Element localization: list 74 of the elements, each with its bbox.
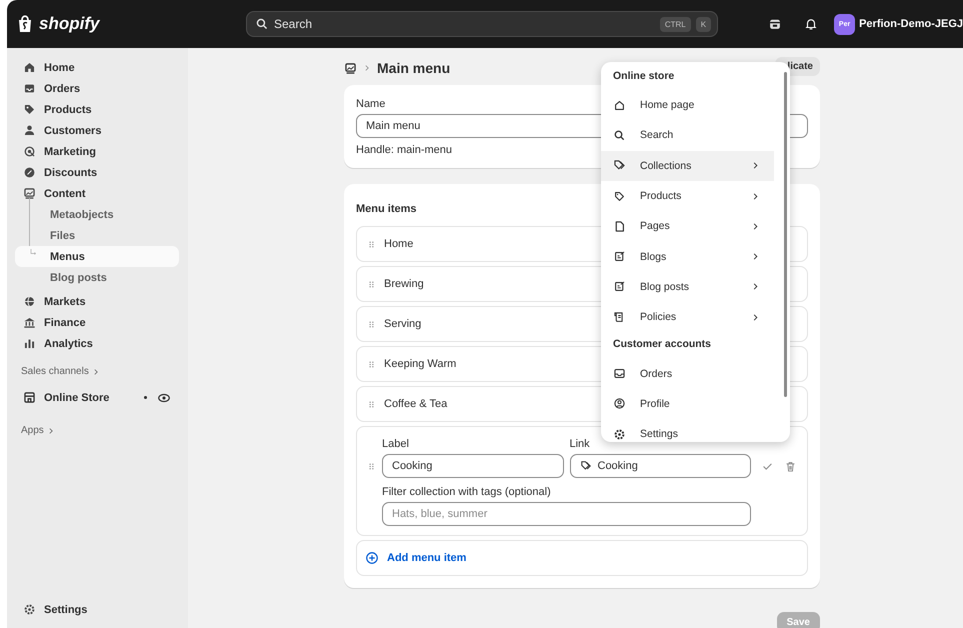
plus-circle-icon bbox=[365, 551, 379, 565]
page-title: Main menu bbox=[377, 60, 450, 76]
discount-badge-icon bbox=[23, 166, 36, 179]
card-title: Menu items bbox=[356, 203, 418, 215]
drag-handle-icon bbox=[367, 400, 376, 408]
drag-handle-icon bbox=[367, 360, 376, 368]
target-icon bbox=[23, 145, 36, 158]
field-label: Name bbox=[356, 98, 386, 110]
nav-item[interactable]: Content bbox=[15, 183, 179, 204]
field-label: Link bbox=[570, 438, 590, 450]
link-option[interactable]: Collections bbox=[601, 150, 774, 181]
person-icon bbox=[23, 124, 36, 137]
section-heading[interactable]: Apps bbox=[21, 425, 44, 436]
store-logo[interactable]: shopify bbox=[39, 14, 100, 34]
nav-item[interactable]: Customers bbox=[15, 120, 179, 141]
nav-subitem[interactable]: Metaobjects bbox=[15, 204, 179, 225]
profile-icon bbox=[613, 397, 626, 410]
chevron-right-icon bbox=[92, 368, 100, 376]
section-heading[interactable]: Sales channels bbox=[21, 366, 89, 377]
nav-item[interactable]: Settings bbox=[15, 599, 179, 620]
house-icon bbox=[613, 98, 626, 112]
globe-icon bbox=[23, 295, 36, 308]
bank-icon bbox=[23, 316, 36, 329]
shortcut-key: CTRL bbox=[660, 16, 691, 32]
nav-subitem[interactable]: Files bbox=[15, 225, 179, 246]
link-option[interactable]: Profile bbox=[601, 388, 774, 419]
nav-item[interactable]: Products bbox=[15, 99, 179, 120]
edit-note-icon bbox=[613, 280, 626, 294]
chevron-right-icon bbox=[363, 64, 371, 72]
field-label: Filter collection with tags (optional) bbox=[382, 486, 551, 498]
tags-icon bbox=[613, 159, 626, 172]
search-field[interactable]: Search CTRL K bbox=[246, 11, 718, 37]
nav-subitem[interactable]: Blog posts bbox=[15, 267, 179, 288]
drag-handle-icon bbox=[367, 280, 376, 288]
nav-item[interactable]: Orders bbox=[15, 78, 179, 99]
page-icon bbox=[613, 220, 626, 233]
inbox-icon bbox=[23, 82, 36, 95]
nav-item[interactable]: Finance bbox=[15, 312, 179, 333]
nav-item[interactable]: Analytics bbox=[15, 333, 179, 354]
storefront-icon bbox=[23, 391, 36, 404]
trash-icon bbox=[784, 460, 797, 472]
drag-handle-icon bbox=[367, 462, 376, 470]
sales-channel-item[interactable]: Online Store bbox=[15, 387, 179, 408]
home-icon bbox=[23, 61, 36, 74]
drag-handle-icon bbox=[367, 320, 376, 328]
nav-item[interactable]: Discounts bbox=[15, 162, 179, 183]
link-option[interactable]: Products bbox=[601, 180, 774, 212]
tag-icon bbox=[613, 190, 626, 203]
chevron-right-icon bbox=[46, 426, 55, 434]
nav-item[interactable]: Markets bbox=[15, 291, 179, 312]
bar-chart-icon bbox=[23, 337, 36, 350]
search-icon bbox=[613, 128, 626, 142]
search-icon bbox=[254, 17, 269, 31]
settings-icon bbox=[23, 603, 36, 616]
link-field[interactable]: Cooking bbox=[570, 454, 751, 478]
bell-icon bbox=[804, 17, 818, 31]
tags-filter-field[interactable]: Hats, blue, summer bbox=[382, 502, 751, 526]
edit-note-icon bbox=[613, 250, 626, 264]
link-option[interactable]: Blog posts bbox=[601, 272, 774, 302]
nav-item[interactable]: Home bbox=[15, 57, 179, 78]
tags-icon bbox=[580, 460, 592, 472]
add-menu-item-button[interactable]: Add menu item bbox=[365, 551, 466, 565]
field-label: Label bbox=[382, 438, 409, 450]
handle-text: Handle: main-menu bbox=[356, 144, 452, 156]
store-name[interactable]: Perfion-Demo-JEGJ bbox=[859, 18, 963, 30]
nav-subitem[interactable]: Menus bbox=[15, 246, 179, 267]
settings-icon bbox=[613, 428, 626, 441]
nav-item[interactable]: Marketing bbox=[15, 141, 179, 162]
inbox-icon bbox=[613, 367, 626, 380]
drag-handle-icon bbox=[367, 240, 376, 248]
section-heading: Online store bbox=[612, 70, 676, 82]
tag-icon bbox=[23, 103, 36, 116]
shortcut-key: K bbox=[696, 16, 712, 32]
label-field[interactable]: Cooking bbox=[382, 454, 564, 478]
